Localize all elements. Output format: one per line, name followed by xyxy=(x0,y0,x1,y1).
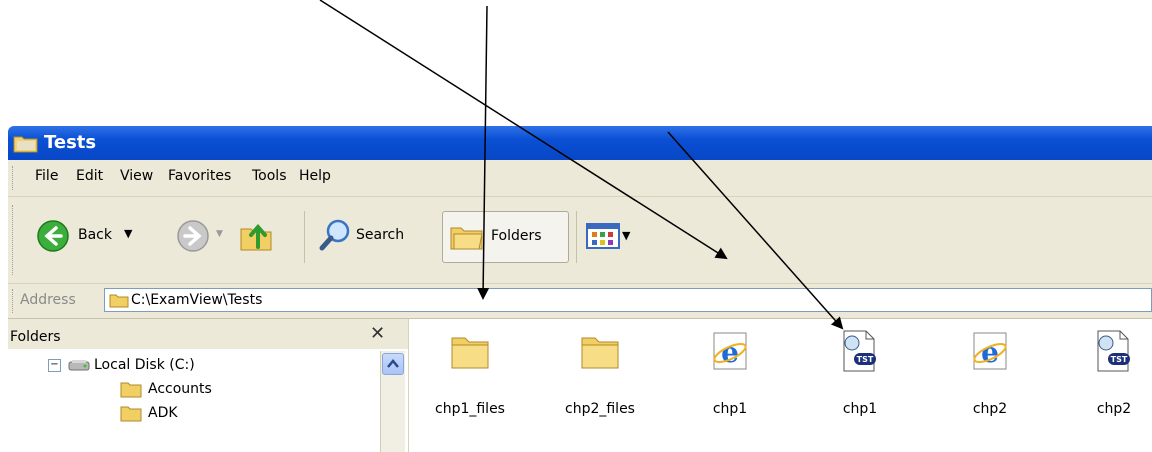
address-bar: Address C:\ExamView\Tests xyxy=(8,284,1152,319)
vertical-scrollbar[interactable] xyxy=(380,351,405,452)
tree-item-label: Accounts xyxy=(148,381,212,397)
file-label: chp1_files xyxy=(435,401,505,417)
address-label: Address xyxy=(20,292,76,308)
folder-icon xyxy=(581,337,619,369)
ie-icon: e xyxy=(713,332,747,370)
chevron-down-icon[interactable]: ▼ xyxy=(216,229,223,239)
search-icon xyxy=(319,219,350,251)
file-label: chp1 xyxy=(842,401,878,417)
drive-icon xyxy=(68,360,90,371)
search-label: Search xyxy=(356,227,405,243)
tree-item-label: ADK xyxy=(148,405,178,421)
chevron-down-icon[interactable]: ▼ xyxy=(622,229,630,242)
file-label: chp1 xyxy=(712,401,748,417)
forward-arrow-icon xyxy=(177,220,209,252)
folder-icon xyxy=(120,382,142,398)
file-label: chp2 xyxy=(1096,401,1132,417)
menu-edit[interactable]: Edit xyxy=(76,168,103,184)
svg-text:TST: TST xyxy=(1111,355,1128,364)
file-item-chp1-html[interactable]: e chp1 xyxy=(675,329,785,439)
folders-label: Folders xyxy=(491,228,542,244)
toolbar-grip[interactable] xyxy=(12,205,16,275)
svg-text:TST: TST xyxy=(857,355,874,364)
explorer-window: Tests File Edit View Favorites Tools Hel… xyxy=(8,126,1152,452)
up-folder-button[interactable] xyxy=(238,217,278,257)
folders-button[interactable]: Folders xyxy=(442,211,569,263)
window-title: Tests xyxy=(44,132,97,153)
tree-item-label: Local Disk (C:) xyxy=(94,357,195,373)
close-icon[interactable]: ✕ xyxy=(370,323,385,344)
file-item-chp1-tst[interactable]: TST chp1 xyxy=(805,329,915,439)
menu-help[interactable]: Help xyxy=(299,168,331,184)
file-label: chp2_files xyxy=(565,401,635,417)
views-icon xyxy=(586,223,620,249)
menu-favorites[interactable]: Favorites xyxy=(168,168,231,184)
title-bar[interactable]: Tests xyxy=(8,126,1152,160)
forward-button[interactable]: ▼ xyxy=(176,219,236,255)
up-folder-icon xyxy=(240,223,272,251)
file-item-chp2-html[interactable]: e chp2 xyxy=(935,329,1045,439)
scroll-up-button[interactable] xyxy=(382,353,404,375)
file-item-chp2-files[interactable]: chp2_files xyxy=(545,329,655,439)
folder-icon xyxy=(120,406,142,422)
toolbar-separator xyxy=(304,211,305,263)
ie-icon: e xyxy=(973,332,1007,370)
folders-pane-header: Folders ✕ xyxy=(8,319,408,349)
folders-icon xyxy=(450,227,483,250)
folders-pane-title: Folders xyxy=(10,329,61,345)
toolbar-grip[interactable] xyxy=(12,289,16,313)
menu-file[interactable]: File xyxy=(35,168,58,184)
folder-icon xyxy=(109,294,129,308)
file-item-chp1-files[interactable]: chp1_files xyxy=(415,329,525,439)
collapse-icon[interactable]: − xyxy=(48,359,61,372)
folder-icon xyxy=(451,337,489,369)
menu-view[interactable]: View xyxy=(120,168,153,184)
back-label: Back xyxy=(78,227,112,243)
back-arrow-icon xyxy=(37,220,69,252)
tst-file-icon: TST xyxy=(843,330,876,372)
chevron-up-icon xyxy=(387,359,399,368)
svg-text:e: e xyxy=(721,336,739,369)
views-button[interactable]: ▼ xyxy=(586,219,638,255)
address-value: C:\ExamView\Tests xyxy=(131,292,263,308)
toolbar-separator xyxy=(576,211,577,263)
standard-toolbar: Back ▼ ▼ Search Folders ▼ xyxy=(8,197,1152,284)
back-button[interactable]: Back ▼ xyxy=(36,219,166,255)
search-button[interactable]: Search xyxy=(318,217,438,257)
svg-text:e: e xyxy=(981,336,999,369)
folder-icon xyxy=(13,133,39,158)
toolbar-grip[interactable] xyxy=(12,166,16,190)
tst-file-icon: TST xyxy=(1097,330,1130,372)
file-list: chp1_files chp2_files e chp1 TST chp1 e … xyxy=(409,319,1152,452)
menu-bar: File Edit View Favorites Tools Help xyxy=(8,160,1152,197)
chevron-down-icon[interactable]: ▼ xyxy=(124,227,132,240)
address-input[interactable]: C:\ExamView\Tests xyxy=(104,288,1152,312)
folders-pane: Folders ✕ − Local Disk (C:) Accounts ADK xyxy=(8,319,409,452)
file-item-chp2-tst[interactable]: TST chp2 xyxy=(1059,329,1152,439)
menu-tools[interactable]: Tools xyxy=(252,168,287,184)
file-label: chp2 xyxy=(972,401,1008,417)
